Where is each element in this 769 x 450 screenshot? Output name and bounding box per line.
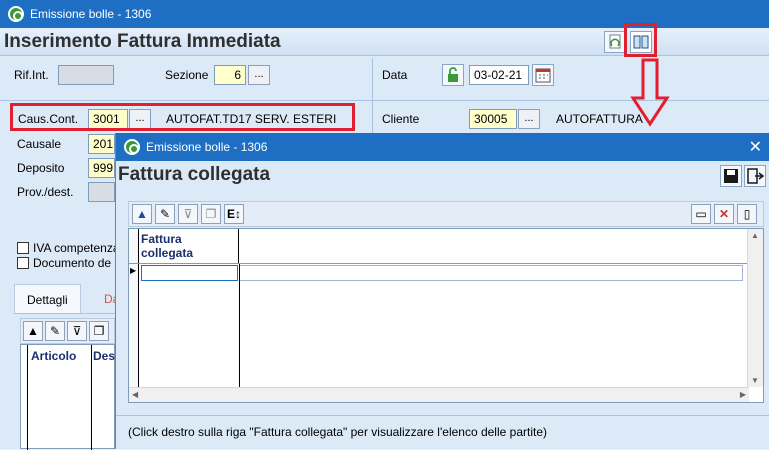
- header-separator: [129, 263, 749, 264]
- causale-input[interactable]: 201: [88, 134, 115, 154]
- refresh-document-button[interactable]: [604, 31, 626, 53]
- new-document-icon[interactable]: ▯: [737, 204, 757, 224]
- scroll-left-icon[interactable]: ◀: [132, 390, 138, 399]
- save-icon: [724, 169, 738, 183]
- details-col-line: [91, 345, 92, 450]
- highlight-box-caus-cont: [10, 103, 355, 131]
- vertical-scrollbar[interactable]: ▲ ▼: [747, 229, 763, 387]
- causale-label: Causale: [17, 137, 62, 151]
- iva-competenza-label: IVA competenza: [33, 241, 120, 255]
- iva-competenza-checkbox[interactable]: [17, 242, 29, 254]
- cliente-lookup-button[interactable]: ...: [518, 109, 540, 129]
- tab-dettagli[interactable]: Dettagli: [14, 284, 81, 314]
- filter-icon[interactable]: ⊽: [178, 204, 198, 224]
- lock-button[interactable]: [442, 64, 464, 86]
- sezione-input[interactable]: 6: [214, 65, 246, 85]
- app-icon: [8, 6, 24, 22]
- dialog-header: Fattura collegata: [116, 161, 769, 193]
- scroll-down-icon[interactable]: ▼: [751, 376, 759, 385]
- details-edit-button[interactable]: ✎: [45, 321, 65, 341]
- exit-button[interactable]: [744, 165, 766, 187]
- grid-edit-button[interactable]: ✎: [155, 204, 175, 224]
- grid-row[interactable]: [240, 265, 743, 281]
- details-column-articolo: Articolo: [31, 349, 77, 363]
- rif-int-input[interactable]: [58, 65, 114, 85]
- dialog-title: Fattura collegata: [118, 164, 271, 185]
- details-up-button[interactable]: ▲: [23, 321, 43, 341]
- details-indicator-line: [27, 345, 28, 450]
- column-header-fattura-collegata[interactable]: Fattura collegata: [139, 229, 239, 263]
- footer-hint: (Click destro sulla riga "Fattura colleg…: [128, 425, 547, 439]
- scroll-up-icon[interactable]: ▲: [751, 231, 759, 240]
- highlight-box-toolbar: [624, 23, 657, 57]
- calendar-button[interactable]: [532, 64, 554, 86]
- sort-icon[interactable]: E↕: [224, 204, 244, 224]
- dialog-titlebar: Emissione bolle - 1306 ✕: [116, 133, 769, 161]
- grid-toolbar: ▲ ✎ ⊽ ❐ E↕ ▭ ✕ ▯: [128, 201, 764, 227]
- prov-dest-input[interactable]: [88, 182, 115, 202]
- sezione-label: Sezione: [165, 68, 209, 82]
- delete-icon[interactable]: ✕: [714, 204, 734, 224]
- data-input[interactable]: 03-02-21: [469, 65, 529, 85]
- calendar-icon: [535, 68, 551, 83]
- data-label: Data: [382, 68, 408, 82]
- tab-divider: [14, 313, 115, 314]
- dialog-window-title: Emissione bolle - 1306: [146, 140, 268, 154]
- sezione-lookup-button[interactable]: ...: [248, 65, 270, 85]
- lock-icon: [448, 67, 458, 82]
- panel-divider: [372, 58, 373, 133]
- document-refresh-icon: [609, 34, 621, 49]
- copy-icon[interactable]: ❐: [201, 204, 221, 224]
- details-filter-button[interactable]: ⊽: [67, 321, 87, 341]
- exit-door-icon: [747, 168, 765, 184]
- scroll-right-icon[interactable]: ▶: [740, 390, 746, 399]
- red-arrow-annotation: [630, 58, 670, 127]
- active-cell-fattura-collegata[interactable]: [141, 265, 238, 281]
- window-icon[interactable]: ▭: [691, 204, 711, 224]
- details-toolbar: ▲ ✎ ⊽ ❐: [20, 318, 115, 344]
- cliente-input[interactable]: 30005: [469, 109, 517, 129]
- linked-invoice-dialog: Emissione bolle - 1306 ✕ Fattura collega…: [115, 133, 769, 449]
- prov-dest-label: Prov./dest.: [17, 185, 74, 199]
- dialog-app-icon: [124, 139, 140, 155]
- horizontal-scrollbar[interactable]: ◀ ▶: [129, 387, 749, 402]
- row-indicator-column: ▶: [129, 229, 139, 389]
- save-button[interactable]: [720, 165, 742, 187]
- linked-invoice-grid[interactable]: ▶ Fattura collegata ▲ ▼ ◀ ▶: [128, 228, 764, 403]
- rif-int-label: Rif.Int.: [14, 68, 49, 82]
- page-title: Inserimento Fattura Immediata: [4, 31, 281, 52]
- current-row-arrow-icon: ▶: [130, 266, 137, 275]
- footer-divider: [116, 415, 769, 416]
- details-copy-button[interactable]: ❐: [89, 321, 109, 341]
- main-window-title: Emissione bolle - 1306: [30, 7, 152, 21]
- documento-label: Documento de: [33, 256, 112, 270]
- cliente-label: Cliente: [382, 112, 420, 126]
- documento-checkbox[interactable]: [17, 257, 29, 269]
- deposito-label: Deposito: [17, 161, 65, 175]
- deposito-input[interactable]: 999: [88, 158, 115, 178]
- details-column-des: Des: [93, 349, 116, 363]
- close-icon[interactable]: ✕: [749, 137, 762, 157]
- details-grid[interactable]: Articolo Des: [20, 344, 116, 450]
- column-separator: [239, 263, 240, 387]
- grid-up-button[interactable]: ▲: [132, 204, 152, 224]
